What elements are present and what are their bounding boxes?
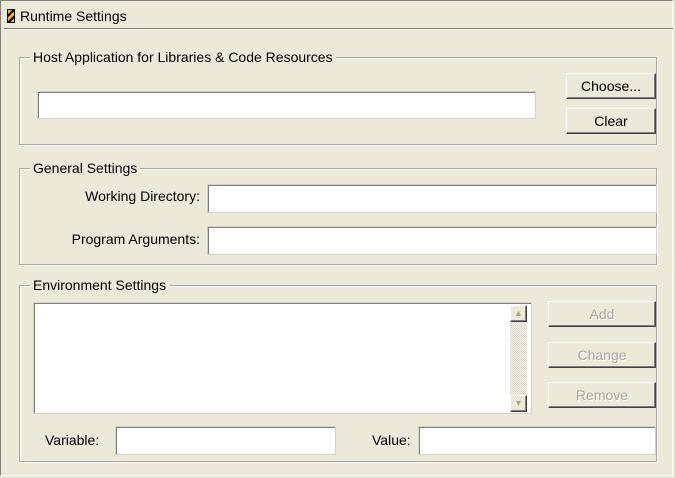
value-field[interactable] <box>418 426 656 455</box>
variable-field[interactable] <box>115 426 336 455</box>
environment-list-scrollbar[interactable]: ▲ ▼ <box>510 305 527 412</box>
program-arguments-field[interactable] <box>207 226 657 255</box>
scroll-up-arrow-icon[interactable]: ▲ <box>510 305 527 322</box>
environment-settings-group: Environment Settings ▲ ▼ Add Change Remo… <box>19 277 657 462</box>
general-settings-legend: General Settings <box>30 160 141 177</box>
general-settings-group: General Settings Working Directory: Prog… <box>19 160 657 265</box>
remove-button[interactable]: Remove <box>548 382 656 408</box>
environment-settings-legend: Environment Settings <box>30 277 170 294</box>
working-directory-label: Working Directory: <box>85 188 200 204</box>
clear-button[interactable]: Clear <box>566 108 656 134</box>
title-bar: Runtime Settings <box>4 3 673 29</box>
variable-label: Variable: <box>45 432 100 448</box>
add-button[interactable]: Add <box>548 301 656 327</box>
scroll-down-arrow-icon[interactable]: ▼ <box>510 395 527 412</box>
program-arguments-label: Program Arguments: <box>71 231 200 247</box>
host-application-path-field[interactable] <box>37 91 536 119</box>
stripe-icon <box>7 9 15 23</box>
value-label: Value: <box>372 432 411 448</box>
host-application-legend: Host Application for Libraries & Code Re… <box>30 49 336 66</box>
choose-button[interactable]: Choose... <box>566 73 656 99</box>
change-button[interactable]: Change <box>548 342 656 368</box>
working-directory-field[interactable] <box>207 184 657 213</box>
environment-list[interactable] <box>33 302 532 414</box>
window-title: Runtime Settings <box>20 8 127 24</box>
host-application-group: Host Application for Libraries & Code Re… <box>19 49 657 145</box>
